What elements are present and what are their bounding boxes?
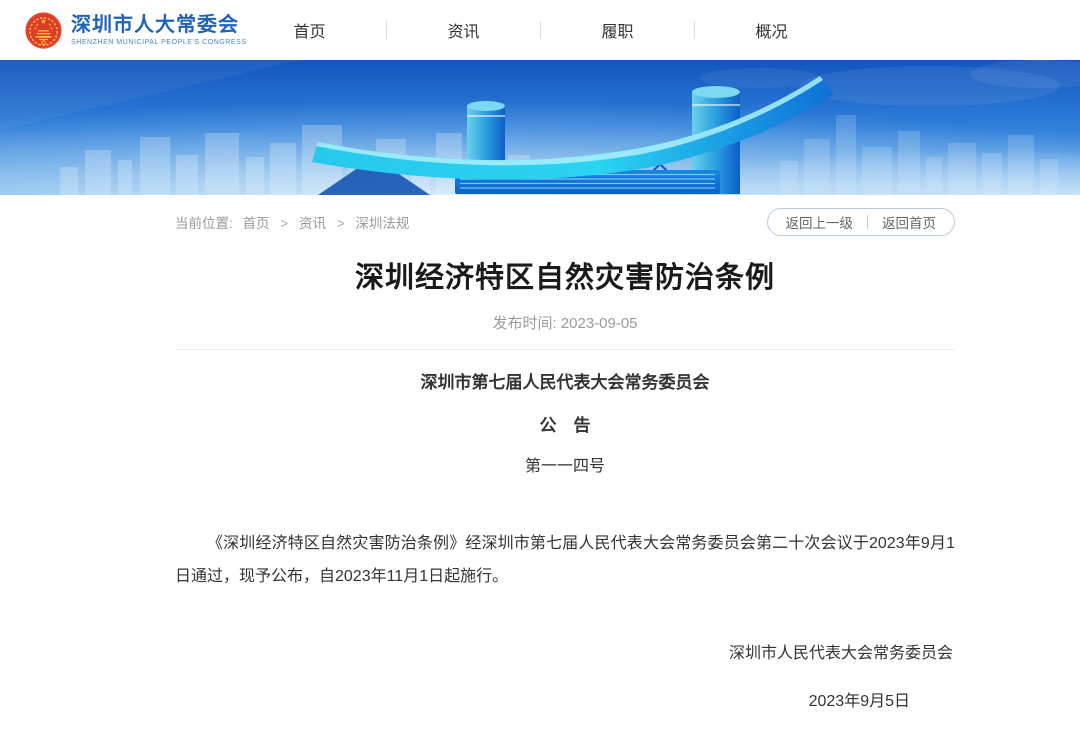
nav-item-home[interactable]: 首页: [233, 18, 386, 42]
breadcrumb-item-news[interactable]: 资讯: [299, 216, 326, 231]
nav-item-duty[interactable]: 履职: [541, 18, 694, 42]
breadcrumb-item-current: 深圳法规: [355, 216, 409, 231]
title-divider: [175, 349, 955, 350]
back-parent-button[interactable]: 返回上一级: [786, 212, 854, 232]
pill-divider: [867, 215, 868, 229]
site-name-en: SHENZHEN MUNICIPAL PEOPLE'S CONGRESS: [71, 39, 247, 46]
svg-text:★: ★: [40, 16, 47, 25]
breadcrumb-label: 当前位置:: [175, 216, 233, 231]
site-header: ★ ★ ★ ★ ★ 深圳市人大常委会 SHENZHEN MUNICIPAL PE…: [0, 0, 1080, 60]
nav-item-news[interactable]: 资讯: [387, 18, 540, 42]
back-button-group: 返回上一级 返回首页: [767, 208, 956, 236]
main-nav: 首页 资讯 履职 概况: [233, 0, 848, 60]
nav-item-overview[interactable]: 概况: [695, 18, 848, 42]
issuing-org: 深圳市第七届人民代表大会常务委员会: [175, 373, 955, 393]
site-name: 深圳市人大常委会: [71, 14, 247, 36]
breadcrumb: 当前位置: 首页 > 资讯 > 深圳法规: [175, 212, 409, 232]
document-number: 第一一四号: [175, 457, 955, 477]
article-title: 深圳经济特区自然灾害防治条例: [175, 261, 955, 295]
signature-org: 深圳市人民代表大会常务委员会: [175, 639, 955, 663]
breadcrumb-separator: >: [337, 216, 345, 231]
breadcrumb-row: 当前位置: 首页 > 资讯 > 深圳法规 返回上一级 返回首页: [175, 208, 955, 236]
article-body: 《深圳经济特区自然灾害防治条例》经深圳市第七届人民代表大会常务委员会第二十次会议…: [175, 527, 955, 593]
national-emblem-icon: ★ ★ ★ ★ ★: [25, 12, 62, 49]
banner-illustration: [0, 60, 1080, 195]
signature-date: 2023年9月5日: [175, 687, 955, 711]
publish-date: 发布时间: 2023-09-05: [175, 312, 955, 333]
site-title-block: 深圳市人大常委会 SHENZHEN MUNICIPAL PEOPLE'S CON…: [71, 14, 247, 46]
announcement-heading: 公 告: [175, 416, 955, 436]
back-home-button[interactable]: 返回首页: [882, 212, 936, 232]
site-logo[interactable]: ★ ★ ★ ★ ★ 深圳市人大常委会 SHENZHEN MUNICIPAL PE…: [25, 12, 247, 49]
breadcrumb-separator: >: [280, 216, 288, 231]
breadcrumb-item-home[interactable]: 首页: [243, 216, 270, 231]
article-container: 当前位置: 首页 > 资讯 > 深圳法规 返回上一级 返回首页 深圳经济特区自然…: [175, 208, 955, 711]
